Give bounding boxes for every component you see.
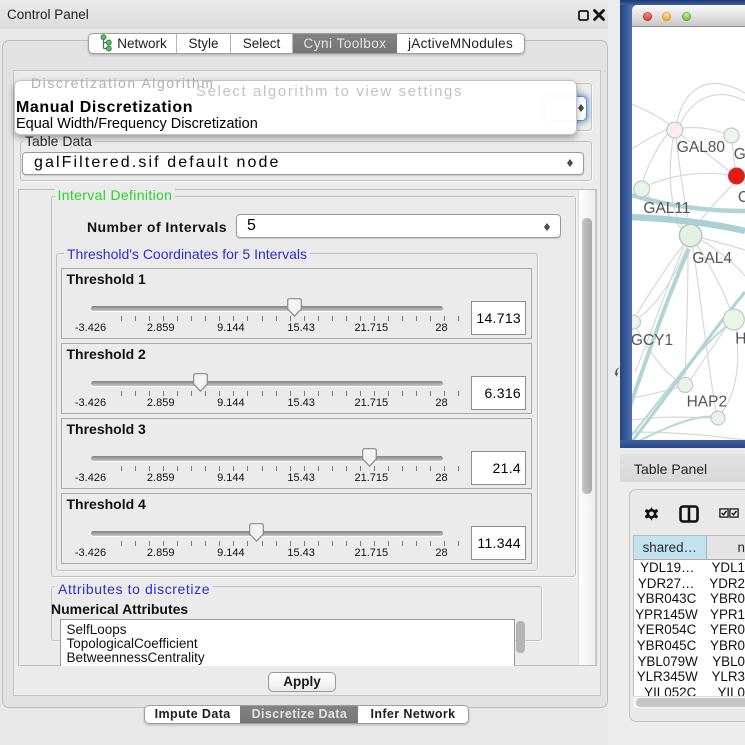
svg-text:GAL4: GAL4: [692, 250, 732, 267]
svg-text:GA: GA: [734, 146, 745, 163]
svg-text:HAP2: HAP2: [687, 394, 728, 411]
svg-text:GAL80: GAL80: [677, 139, 726, 156]
svg-text:GAL11: GAL11: [643, 200, 690, 217]
svg-text:H: H: [735, 331, 745, 348]
svg-text:GCY1: GCY1: [632, 332, 673, 349]
svg-text:C: C: [738, 189, 745, 206]
